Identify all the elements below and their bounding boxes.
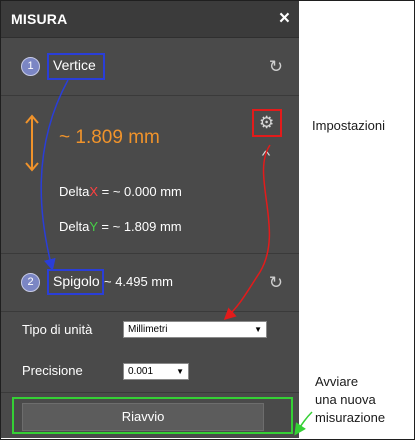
settings-section: Tipo di unità Millimetri ▼ Precisione 0.… [1, 312, 299, 393]
delta-x-prefix: Delta [59, 184, 90, 199]
delta-y-value: = ~ 1.809 mm [97, 219, 182, 234]
point-1-section: 1 Vertice ↻ [1, 38, 299, 96]
step-2-badge: 2 [21, 273, 40, 292]
step-1-badge: 1 [21, 57, 40, 76]
measurement-value: ~ 1.809 mm [59, 127, 160, 148]
settings-annotation: Impostazioni [312, 118, 385, 133]
measure-panel: MISURA × 1 Vertice ↻ ~ 1.809 mm ⚙ ^ Delt… [1, 1, 299, 438]
restart-annotation-line3: misurazione [315, 410, 386, 425]
panel-titlebar: MISURA × [1, 1, 299, 38]
edge-highlight [47, 269, 104, 295]
dropdown-arrow-icon: ▼ [176, 367, 184, 376]
precision-label: Precisione [22, 363, 83, 378]
precision-select[interactable]: 0.001 ▼ [123, 363, 189, 380]
unit-type-select[interactable]: Millimetri ▼ [123, 321, 267, 338]
unit-type-label: Tipo di unità [22, 322, 93, 337]
refresh-icon[interactable]: ↻ [269, 274, 283, 292]
dropdown-arrow-icon: ▼ [254, 325, 262, 334]
restart-annotation-line1: Avviare [315, 374, 359, 389]
gear-icon[interactable]: ⚙ [259, 113, 274, 133]
distance-arrow-icon [25, 114, 39, 172]
panel-title: MISURA [11, 11, 68, 27]
chevron-up-icon[interactable]: ^ [262, 148, 271, 163]
restart-annotation: Avviare una nuova misurazione [315, 373, 385, 427]
unit-type-value: Millimetri [128, 324, 168, 335]
vertex-highlight [47, 53, 105, 80]
settings-highlight: ⚙ [252, 109, 282, 137]
delta-x-value: = ~ 0.000 mm [98, 184, 182, 199]
delta-x-axis: X [89, 184, 99, 199]
restart-annotation-line2: una nuova [315, 392, 376, 407]
restart-highlight [12, 397, 293, 434]
measurement-section: ~ 1.809 mm ⚙ ^ DeltaX = ~ 0.000 mm Delta… [1, 96, 299, 254]
refresh-icon[interactable]: ↻ [269, 58, 283, 76]
precision-value: 0.001 [128, 366, 154, 377]
delta-x-row: DeltaX = ~ 0.000 mm [59, 184, 182, 199]
point-2-section: 2 Spigolo ~ 4.495 mm ↻ [1, 254, 299, 312]
point-2-value: ~ 4.495 mm [104, 274, 174, 289]
close-icon[interactable]: × [279, 7, 290, 31]
delta-y-prefix: Delta [59, 219, 90, 234]
delta-y-axis: Y [89, 219, 98, 234]
delta-y-row: DeltaY = ~ 1.809 mm [59, 219, 182, 234]
